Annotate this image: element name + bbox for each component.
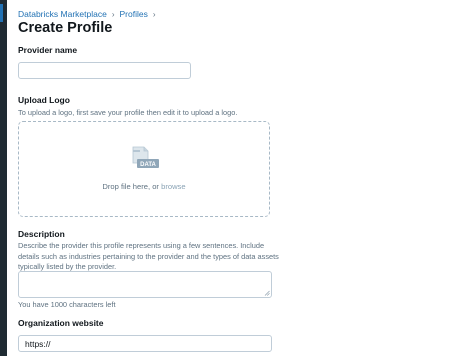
- dropzone-text: Drop file here, or browse: [19, 182, 269, 191]
- breadcrumb-separator: ›: [111, 9, 115, 19]
- page-title: Create Profile: [18, 20, 113, 36]
- description-textarea[interactable]: [18, 271, 272, 298]
- breadcrumb: Databricks Marketplace › Profiles ›: [18, 9, 156, 19]
- rail-active-indicator: [0, 4, 3, 22]
- file-data-upload-icon: DATA: [132, 146, 159, 168]
- icon-badge-text: DATA: [140, 162, 156, 168]
- breadcrumb-profiles-link[interactable]: Profiles: [119, 9, 147, 19]
- upload-logo-label: Upload Logo: [18, 95, 70, 105]
- description-help: Describe the provider this profile repre…: [18, 241, 279, 271]
- description-label: Description: [18, 229, 65, 239]
- browse-link[interactable]: browse: [161, 182, 185, 191]
- logo-dropzone[interactable]: DATA Drop file here, or browse: [18, 121, 270, 217]
- website-label: Organization website: [18, 318, 104, 328]
- breadcrumb-marketplace-link[interactable]: Databricks Marketplace: [18, 9, 107, 19]
- website-input[interactable]: [18, 335, 272, 352]
- provider-name-input[interactable]: [18, 62, 191, 79]
- resize-grip-icon[interactable]: [264, 290, 270, 296]
- provider-name-label: Provider name: [18, 45, 78, 55]
- upload-logo-help: To upload a logo, first save your profil…: [18, 108, 238, 117]
- character-count: You have 1000 characters left: [18, 300, 116, 309]
- breadcrumb-separator: ›: [152, 9, 156, 19]
- dropzone-prompt: Drop file here, or: [102, 182, 159, 191]
- left-navigation-rail: [0, 0, 7, 356]
